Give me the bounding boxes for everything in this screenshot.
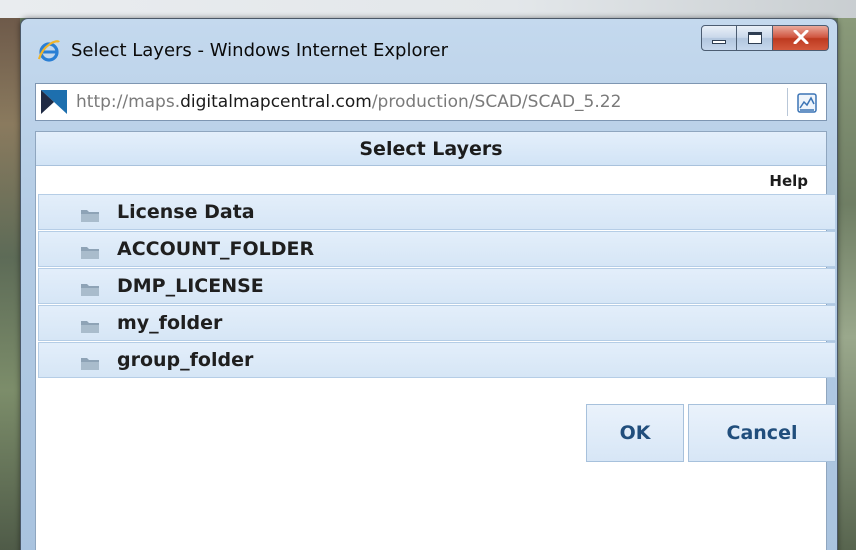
help-link[interactable]: Help [769,172,808,190]
layer-item-my-folder[interactable]: my_folder [38,305,836,341]
maximize-button[interactable] [737,25,773,51]
layer-label: my_folder [117,312,223,334]
close-button[interactable] [773,25,829,51]
browser-window: Select Layers - Windows Internet Explore… [20,18,838,550]
compatibility-view-icon[interactable] [796,92,818,114]
address-separator [787,88,788,116]
layer-label: group_folder [117,349,254,371]
minimize-icon [712,40,726,44]
layer-list: License Data ACCOUNT_FOLDER DMP_LICENSE … [38,194,836,379]
title-bar[interactable]: Select Layers - Windows Internet Explore… [21,19,837,79]
layer-item-dmp-license[interactable]: DMP_LICENSE [38,268,836,304]
window-controls [701,25,829,51]
minimize-button[interactable] [701,25,737,51]
dialog-content: Select Layers Help License Data ACCOUNT_… [35,131,836,550]
folder-icon [81,244,99,259]
url-prefix: http://maps. [76,92,181,112]
layer-label: ACCOUNT_FOLDER [117,238,315,260]
cancel-button[interactable]: Cancel [688,404,836,462]
folder-icon [81,207,99,222]
close-icon [793,29,809,48]
folder-icon [81,318,99,333]
site-favicon-icon [40,89,68,115]
layer-label: License Data [117,201,255,223]
window-title: Select Layers - Windows Internet Explore… [71,40,448,61]
internet-explorer-icon [37,39,61,63]
layer-item-group-folder[interactable]: group_folder [38,342,836,378]
maximize-icon [747,32,762,44]
desktop-background-left [0,18,20,550]
layer-item-license-data[interactable]: License Data [38,194,836,230]
url-host: digitalmapcentral.com [180,92,372,112]
desktop-background-right [838,18,856,550]
panel-title: Select Layers [36,132,826,166]
ok-button[interactable]: OK [586,404,684,462]
url-path: /production/SCAD/SCAD_5.22 [371,92,622,112]
folder-icon [81,355,99,370]
layer-label: DMP_LICENSE [117,275,264,297]
folder-icon [81,281,99,296]
address-url[interactable]: http://maps.digitalmapcentral.com/produc… [76,91,782,113]
layer-item-account-folder[interactable]: ACCOUNT_FOLDER [38,231,836,267]
address-bar[interactable]: http://maps.digitalmapcentral.com/produc… [35,83,827,121]
desktop-background-top [0,0,856,18]
